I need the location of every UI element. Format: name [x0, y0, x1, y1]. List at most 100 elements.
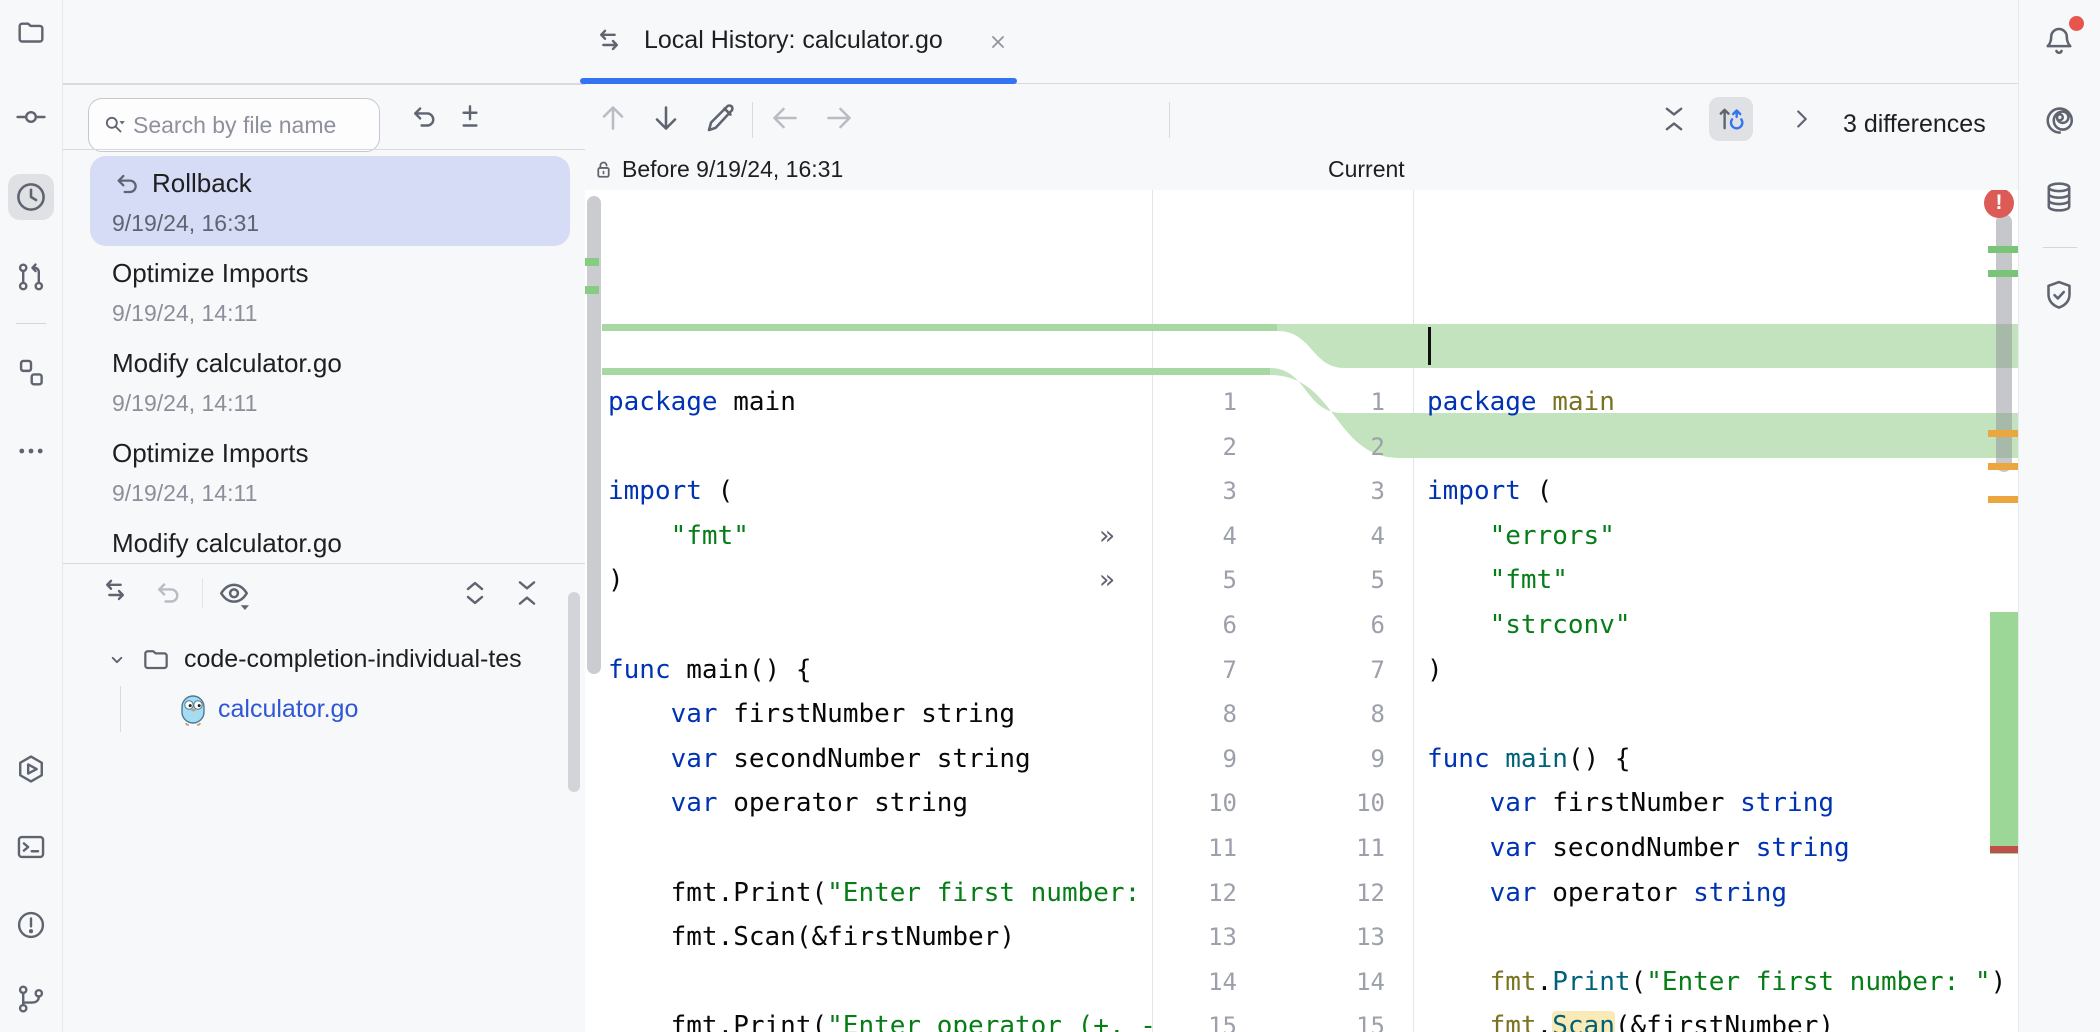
- line-number: 5: [1290, 558, 1385, 603]
- code-line[interactable]: [1427, 915, 2018, 960]
- edit-source-icon[interactable]: [703, 100, 739, 136]
- diff-left-pane[interactable]: package main import ( "fmt") func main()…: [602, 380, 1158, 1032]
- line-number: 12: [1290, 871, 1385, 916]
- revision-timestamp: 9/19/24, 14:11: [112, 300, 257, 327]
- pull-requests-icon[interactable]: [8, 254, 54, 300]
- code-line[interactable]: import (: [1427, 469, 2018, 514]
- sync-scroll-button[interactable]: [1709, 97, 1753, 141]
- search-field[interactable]: [88, 98, 380, 152]
- left-change-mark[interactable]: [585, 286, 599, 294]
- terminal-icon[interactable]: [8, 824, 54, 870]
- commit-icon[interactable]: [8, 94, 54, 140]
- ai-assistant-icon[interactable]: [2036, 95, 2082, 141]
- code-line[interactable]: var secondNumber string: [1427, 826, 2018, 871]
- project-icon[interactable]: [8, 10, 54, 56]
- warning-stripe-mark[interactable]: [1988, 496, 2018, 503]
- left-line-numbers: 123»4»5678910111213141516171819: [1155, 380, 1237, 1032]
- insert-stripe-block[interactable]: [1990, 612, 2018, 854]
- previous-change-icon[interactable]: [595, 100, 631, 136]
- create-patch-icon[interactable]: [453, 100, 487, 134]
- git-branch-icon[interactable]: [8, 976, 54, 1022]
- code-line[interactable]: "fmt": [1427, 558, 2018, 603]
- close-icon[interactable]: [986, 30, 1010, 54]
- code-line[interactable]: [608, 960, 1158, 1005]
- chevron-right-icon[interactable]: [1787, 104, 1817, 134]
- code-line[interactable]: fmt.Print("Enter operator (+, -, *, /): …: [608, 1004, 1158, 1032]
- forward-icon[interactable]: [821, 100, 857, 136]
- notifications-icon[interactable]: [2036, 18, 2082, 64]
- line-number: 15: [1290, 1004, 1385, 1032]
- code-line[interactable]: import (: [608, 469, 1158, 514]
- ok-stripe-mark[interactable]: [1988, 246, 2018, 253]
- expand-all-icon[interactable]: [458, 576, 492, 610]
- tab-title: Local History: calculator.go: [644, 26, 943, 55]
- code-line[interactable]: [608, 603, 1158, 648]
- code-line[interactable]: "errors": [1427, 514, 2018, 559]
- back-icon[interactable]: [767, 100, 803, 136]
- code-line[interactable]: fmt.Print("Enter first number: "): [1427, 960, 2018, 1005]
- code-line[interactable]: package main: [1427, 380, 2018, 425]
- show-diff-icon[interactable]: [98, 576, 132, 610]
- code-line[interactable]: var firstNumber string: [608, 692, 1158, 737]
- code-line[interactable]: [1427, 692, 2018, 737]
- code-line[interactable]: fmt.Print("Enter first number: "): [608, 871, 1158, 916]
- line-number: 8: [1290, 692, 1385, 737]
- local-history-icon[interactable]: [8, 174, 54, 220]
- revision-item[interactable]: Rollback9/19/24, 16:31: [90, 156, 570, 246]
- error-stripe-mark[interactable]: [1990, 846, 2018, 853]
- revision-title: Optimize Imports: [112, 438, 309, 469]
- preview-eye-icon[interactable]: [216, 576, 252, 612]
- code-line[interactable]: fmt.Scan(&firstNumber): [1427, 1004, 2018, 1032]
- code-line[interactable]: [608, 425, 1158, 470]
- tree-scrollbar[interactable]: [568, 592, 580, 792]
- revision-item[interactable]: Optimize Imports9/19/24, 14:11: [90, 426, 570, 516]
- code-line[interactable]: var operator string: [608, 781, 1158, 826]
- revision-item[interactable]: Optimize Imports9/19/24, 14:11: [90, 246, 570, 336]
- shield-icon[interactable]: [2036, 272, 2082, 318]
- code-line[interactable]: "strconv": [1427, 603, 2018, 648]
- revision-item[interactable]: Modify calculator.go: [90, 516, 570, 563]
- revision-title: Modify calculator.go: [112, 528, 342, 559]
- line-number: 6: [1155, 603, 1237, 648]
- diff-right-title: Current: [1328, 156, 1405, 183]
- chevron-down-icon[interactable]: [104, 647, 130, 673]
- code-line[interactable]: func main() {: [608, 648, 1158, 693]
- code-line[interactable]: "fmt": [608, 514, 1158, 559]
- tab-local-history[interactable]: Local History: calculator.go: [580, 0, 1017, 84]
- tree-row-root-folder[interactable]: code-completion-individual-tes: [63, 636, 569, 684]
- revert-icon[interactable]: [150, 576, 184, 610]
- modules-icon[interactable]: [8, 350, 54, 396]
- change-marker-icon[interactable]: »: [1099, 514, 1115, 559]
- ok-stripe-mark[interactable]: [1988, 270, 2018, 277]
- search-input[interactable]: [131, 111, 345, 140]
- code-line[interactable]: package main: [608, 380, 1158, 425]
- code-line[interactable]: fmt.Scan(&firstNumber): [608, 915, 1158, 960]
- differences-count: 3 differences: [1843, 110, 1986, 139]
- tree-row-file[interactable]: calculator.go: [63, 686, 569, 734]
- warning-stripe-mark[interactable]: [1988, 430, 2018, 437]
- code-line[interactable]: func main() {: [1427, 737, 2018, 782]
- code-line[interactable]: [608, 826, 1158, 871]
- collapse-all-icon[interactable]: [510, 576, 544, 610]
- database-icon[interactable]: [2036, 174, 2082, 220]
- collapse-unchanged-icon[interactable]: [1657, 102, 1691, 136]
- revision-item[interactable]: Modify calculator.go9/19/24, 14:11: [90, 336, 570, 426]
- warning-stripe-mark[interactable]: [1988, 463, 2018, 470]
- left-change-mark[interactable]: [585, 258, 599, 266]
- left-activity-bar: [0, 0, 63, 1032]
- code-line[interactable]: [1427, 425, 2018, 470]
- more-icon[interactable]: [8, 428, 54, 474]
- code-line[interactable]: var firstNumber string: [1427, 781, 2018, 826]
- code-line[interactable]: var secondNumber string: [608, 737, 1158, 782]
- code-line[interactable]: ): [1427, 648, 2018, 693]
- left-pane-scrollbar[interactable]: [587, 196, 601, 674]
- change-marker-icon[interactable]: »: [1099, 558, 1115, 603]
- diff-right-pane[interactable]: package main import ( "errors" "fmt" "st…: [1427, 380, 2018, 1032]
- next-change-icon[interactable]: [648, 100, 684, 136]
- ide-window: Local History Recent Rollback9/19/24, 16…: [0, 0, 2100, 1032]
- code-line[interactable]: var operator string: [1427, 871, 2018, 916]
- code-line[interactable]: ): [608, 558, 1158, 603]
- rollback-icon[interactable]: [406, 100, 440, 134]
- services-icon[interactable]: [8, 746, 54, 792]
- problems-icon[interactable]: [8, 902, 54, 948]
